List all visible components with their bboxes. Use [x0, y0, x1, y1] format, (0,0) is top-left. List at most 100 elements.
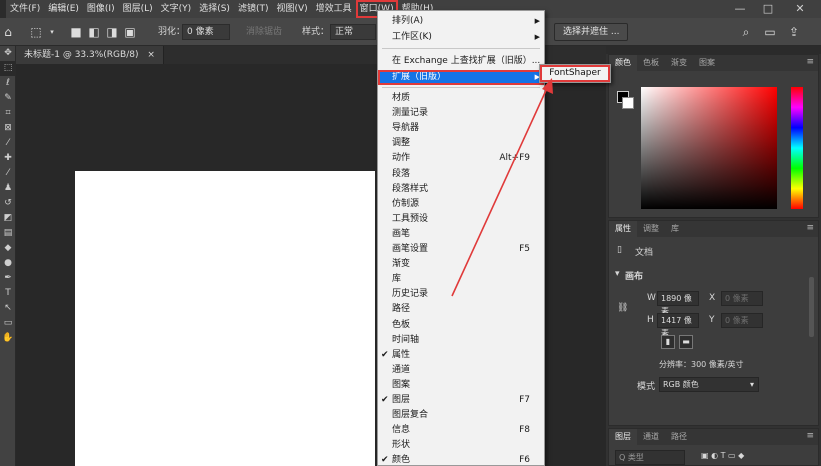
portrait-icon[interactable]: ▮ [661, 335, 675, 349]
properties-scrollbar[interactable] [809, 277, 814, 337]
width-input[interactable]: 1890 像素 [657, 291, 699, 316]
crop-tool-icon[interactable]: ⌗ [0, 106, 16, 121]
pen-tool-icon[interactable]: ✒ [0, 271, 16, 286]
intersect-selection-icon[interactable]: ▣ [122, 24, 138, 40]
new-selection-icon[interactable]: ■ [68, 24, 84, 40]
hue-slider[interactable] [791, 87, 803, 209]
move-tool-icon[interactable]: ✥ [0, 46, 16, 61]
marquee-tool-icon[interactable]: ⬚ [0, 61, 16, 76]
menu-item-21[interactable]: 属性 ✔ [378, 348, 544, 363]
menu-item-11[interactable]: 仿制源 [378, 197, 544, 212]
antialias-checkbox[interactable]: 消除锯齿 [246, 24, 282, 40]
menu-item-15[interactable]: 渐变 [378, 257, 544, 272]
menu-item-5[interactable]: 测量记录 [378, 106, 544, 121]
menu-item-10[interactable]: 段落样式 [378, 182, 544, 197]
tab-color[interactable]: 颜色 [609, 55, 637, 71]
menu-item-3[interactable]: 扩展（旧版） ▶ [378, 70, 544, 85]
gradient-tool-icon[interactable]: ▤ [0, 226, 16, 241]
menu-type[interactable]: 文字(Y) [157, 0, 196, 18]
menu-layer[interactable]: 图层(L) [119, 0, 157, 18]
menu-item-1[interactable]: 工作区(K) ▶ [378, 30, 544, 45]
menu-item-13[interactable]: 画笔 [378, 227, 544, 242]
menu-image[interactable]: 图像(I) [83, 0, 119, 18]
minimize-button[interactable]: — [727, 0, 753, 18]
document-canvas[interactable] [75, 171, 375, 466]
menu-item-12[interactable]: 工具预设 [378, 212, 544, 227]
panel-collapse-strip[interactable] [606, 46, 821, 54]
blur-tool-icon[interactable]: ◆ [0, 241, 16, 256]
frame-tool-icon[interactable]: ⊠ [0, 121, 16, 136]
filter-icons[interactable]: ▣ ◐ T ▭ ◆ [701, 451, 744, 460]
menu-item-14[interactable]: 画笔设置 F5 [378, 242, 544, 257]
hand-tool-icon[interactable]: ✋ [0, 331, 16, 346]
menu-item-6[interactable]: 导航器 [378, 121, 544, 136]
menu-item-19[interactable]: 色板 [378, 318, 544, 333]
menu-plugins[interactable]: 增效工具 [312, 0, 356, 18]
share-icon[interactable]: ⇪ [786, 24, 802, 40]
menu-item-25[interactable]: 图层复合 [378, 408, 544, 423]
menu-item-7[interactable]: 调整 [378, 136, 544, 151]
tab-adjustments[interactable]: 调整 [637, 221, 665, 237]
chevron-down-icon[interactable]: ▾ [44, 24, 60, 40]
menu-file[interactable]: 文件(F) [6, 0, 44, 18]
menu-item-24[interactable]: 图层 ✔ F7 [378, 393, 544, 408]
feather-input[interactable]: 0 像素 [182, 24, 230, 40]
menu-filter[interactable]: 滤镜(T) [234, 0, 273, 18]
menu-item-22[interactable]: 通道 [378, 363, 544, 378]
workspace-icon[interactable]: ▭ [762, 24, 778, 40]
menu-edit[interactable]: 编辑(E) [44, 0, 83, 18]
menu-select[interactable]: 选择(S) [195, 0, 234, 18]
menu-item-23[interactable]: 图案 [378, 378, 544, 393]
tab-paths[interactable]: 路径 [665, 429, 693, 445]
tab-swatches[interactable]: 色板 [637, 55, 665, 71]
healing-tool-icon[interactable]: ✚ [0, 151, 16, 166]
landscape-icon[interactable]: ▬ [679, 335, 693, 349]
menu-item-28[interactable]: 颜色 ✔ F6 [378, 453, 544, 465]
path-select-tool-icon[interactable]: ↖ [0, 301, 16, 316]
panel-menu-icon[interactable]: ≡ [806, 431, 814, 441]
menu-item-20[interactable]: 时间轴 [378, 333, 544, 348]
home-icon[interactable]: ⌂ [0, 24, 16, 40]
type-tool-icon[interactable]: T [0, 286, 16, 301]
history-brush-tool-icon[interactable]: ↺ [0, 196, 16, 211]
tab-layers[interactable]: 图层 [609, 429, 637, 445]
lasso-tool-icon[interactable]: ℓ [0, 76, 16, 91]
subtract-selection-icon[interactable]: ◨ [104, 24, 120, 40]
menu-view[interactable]: 视图(V) [272, 0, 311, 18]
link-icon[interactable]: ⛓ [617, 303, 628, 313]
menu-item-8[interactable]: 动作 Alt+F9 [378, 151, 544, 166]
y-input[interactable]: 0 像素 [721, 313, 763, 328]
panel-menu-icon[interactable]: ≡ [806, 57, 814, 67]
height-input[interactable]: 1417 像素 [657, 313, 699, 338]
eraser-tool-icon[interactable]: ◩ [0, 211, 16, 226]
close-tab-icon[interactable]: × [147, 50, 155, 60]
tab-properties[interactable]: 属性 [609, 221, 637, 237]
search-icon[interactable]: ⌕ [738, 24, 754, 40]
style-select[interactable]: 正常 [330, 24, 376, 40]
select-and-mask-button[interactable]: 选择并遮住 ... [554, 23, 629, 41]
layer-filter-input[interactable]: Q 类型 [615, 450, 685, 465]
rectangle-tool-icon[interactable]: ▭ [0, 316, 16, 331]
tab-libraries[interactable]: 库 [665, 221, 685, 237]
menu-item-4[interactable]: 材质 [378, 91, 544, 106]
mode-select[interactable]: RGB 颜色 ▾ [659, 377, 759, 392]
menu-item-0[interactable]: 排列(A) ▶ [378, 14, 544, 29]
tab-patterns[interactable]: 图案 [693, 55, 721, 71]
eyedropper-tool-icon[interactable]: ⁄ [0, 136, 16, 151]
menu-item-27[interactable]: 形状 [378, 438, 544, 453]
tab-gradients[interactable]: 渐变 [665, 55, 693, 71]
menu-item-9[interactable]: 段落 [378, 167, 544, 182]
x-input[interactable]: 0 像素 [721, 291, 763, 306]
tab-channels[interactable]: 通道 [637, 429, 665, 445]
marquee-tool-icon[interactable]: ⬚ [28, 24, 44, 40]
menu-item-18[interactable]: 路径 [378, 302, 544, 317]
add-selection-icon[interactable]: ◧ [86, 24, 102, 40]
chevron-down-icon[interactable]: ▾ [615, 269, 620, 279]
menu-item-26[interactable]: 信息 F8 [378, 423, 544, 438]
dodge-tool-icon[interactable]: ● [0, 256, 16, 271]
quick-select-tool-icon[interactable]: ✎ [0, 91, 16, 106]
color-picker-field[interactable] [641, 87, 777, 209]
menu-item-2[interactable]: 在 Exchange 上查找扩展（旧版）... [378, 54, 544, 69]
brush-tool-icon[interactable]: ⁄ [0, 166, 16, 181]
submenu-item-fontshaper[interactable]: FontShaper [540, 65, 610, 82]
